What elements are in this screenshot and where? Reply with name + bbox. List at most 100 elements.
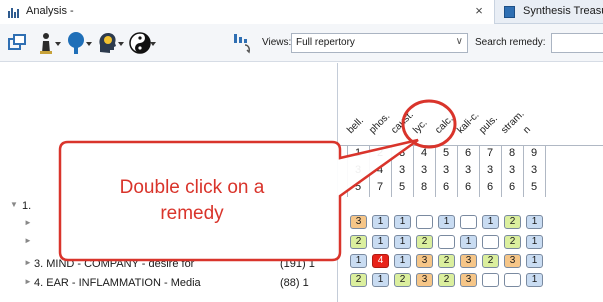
views-value: Full repertory [296,37,355,48]
rubric-row[interactable]: ► 4. EAR - INFLAMMATION - Media (88) 1 [0,275,338,292]
callout-text: Double click on a remedy [64,175,320,227]
grade-cell[interactable]: 1 [394,215,411,229]
remedy-header[interactable]: bell. [345,115,366,136]
windows-icon[interactable] [6,31,30,55]
expand-icon[interactable]: ▼ [10,200,18,209]
total-value: 7 [376,181,384,193]
remedy-grid: bell. phos. caust. lyc. calc. kali-c. puls. str… [339,63,603,302]
yin-yang-icon[interactable] [128,31,152,55]
grade-cell[interactable]: 1 [526,235,543,249]
column-separator [391,145,392,197]
grade-cell[interactable]: 3 [504,254,521,268]
total-value: 3 [354,164,362,176]
remedy-header[interactable]: lyc. [411,118,429,136]
chevron-down-icon[interactable] [150,42,156,46]
remedy-header[interactable]: caust. [389,109,416,136]
grade-cell[interactable]: 4 [372,254,389,268]
grade-cell[interactable]: 1 [372,273,389,287]
grade-cell[interactable]: 3 [460,273,477,287]
chevron-down-icon[interactable] [118,42,124,46]
expand-icon[interactable]: ► [24,258,32,267]
grade-cell[interactable]: 1 [526,273,543,287]
grade-cell[interactable]: 2 [350,235,367,249]
total-value: 5 [354,181,362,193]
book-icon [504,6,515,18]
remedy-header[interactable]: n [521,124,533,136]
column-number: 8 [508,147,516,159]
column-separator [457,145,458,197]
grade-cell[interactable]: 2 [504,215,521,229]
remedy-header[interactable]: stram. [499,109,526,136]
callout-line-1: Double click on a [119,177,265,198]
grade-cell[interactable]: 2 [482,254,499,268]
total-value: 6 [464,181,472,193]
views-select[interactable]: Full repertory ∨ [291,33,468,53]
grade-cell[interactable]: 1 [438,215,455,229]
remedy-header[interactable]: phos. [367,111,392,136]
close-icon[interactable]: × [472,4,486,18]
grade-cell[interactable]: 1 [526,254,543,268]
tab-analysis[interactable]: Analysis - × [0,0,495,24]
rubric-row[interactable]: ► [0,234,338,251]
total-value: 5 [530,181,538,193]
grade-cell[interactable] [438,235,455,249]
grade-cell[interactable]: 2 [350,273,367,287]
grade-cell[interactable]: 1 [460,235,477,249]
tab-synthesis[interactable]: Synthesis Treasu [496,0,603,24]
analysis-icon [8,6,20,18]
grade-cell[interactable]: 1 [372,235,389,249]
total-value: 6 [508,181,516,193]
rubric-name: 3. MIND - COMPANY - desire for [34,258,195,270]
grade-cell[interactable]: 2 [438,273,455,287]
total-value: 3 [530,164,538,176]
tree-icon[interactable] [64,31,88,55]
grade-cell[interactable]: 3 [350,215,367,229]
grade-cell[interactable]: 2 [438,254,455,268]
callout-line-2: remedy [160,203,224,224]
grade-cell[interactable]: 1 [350,254,367,268]
grade-cell[interactable]: 3 [416,273,433,287]
expand-icon[interactable]: ► [24,236,32,245]
chevron-down-icon: ∨ [455,36,463,47]
chevron-down-icon[interactable] [55,42,61,46]
grade-cell[interactable]: 1 [394,254,411,268]
grade-cell[interactable] [416,215,433,229]
tab-analysis-label: Analysis - [26,5,74,17]
rubric-row[interactable]: ► 3. MIND - COMPANY - desire for (191) 1 [0,256,338,273]
tab-synthesis-label: Synthesis Treasu [523,5,603,17]
column-number: 2 [376,147,384,159]
grade-cell[interactable]: 1 [526,215,543,229]
grade-cell[interactable]: 3 [416,254,433,268]
grade-cell[interactable]: 1 [394,235,411,249]
chevron-down-icon[interactable] [86,42,92,46]
remedy-header[interactable]: calc. [433,114,455,136]
total-value: 3 [508,164,516,176]
remedy-header[interactable]: kali-c. [455,110,481,136]
grade-cell[interactable]: 3 [460,254,477,268]
total-value: 3 [464,164,472,176]
grade-cell[interactable]: 2 [394,273,411,287]
head-icon[interactable] [95,31,119,55]
grade-cell[interactable] [482,273,499,287]
grade-cell[interactable] [482,235,499,249]
tab-strip: Analysis - × Synthesis Treasu [0,0,603,24]
expand-icon[interactable]: ► [24,277,32,286]
expand-icon[interactable]: ► [24,218,32,227]
sort-icon[interactable] [232,31,256,55]
total-value: 6 [486,181,494,193]
grade-cell[interactable]: 2 [416,235,433,249]
column-number: 9 [530,147,538,159]
total-value: 3 [486,164,494,176]
search-remedy-input[interactable] [551,33,603,53]
column-number: 6 [464,147,472,159]
grade-cell[interactable] [504,273,521,287]
divider [339,145,603,146]
grade-cell[interactable] [460,215,477,229]
grade-cell[interactable]: 1 [372,215,389,229]
total-value: 4 [376,164,384,176]
total-value: 5 [398,181,406,193]
rubric-name: 1. [22,200,32,212]
grade-cell[interactable]: 2 [504,235,521,249]
grade-cell[interactable]: 1 [482,215,499,229]
rubric-count: (191) 1 [280,258,315,270]
